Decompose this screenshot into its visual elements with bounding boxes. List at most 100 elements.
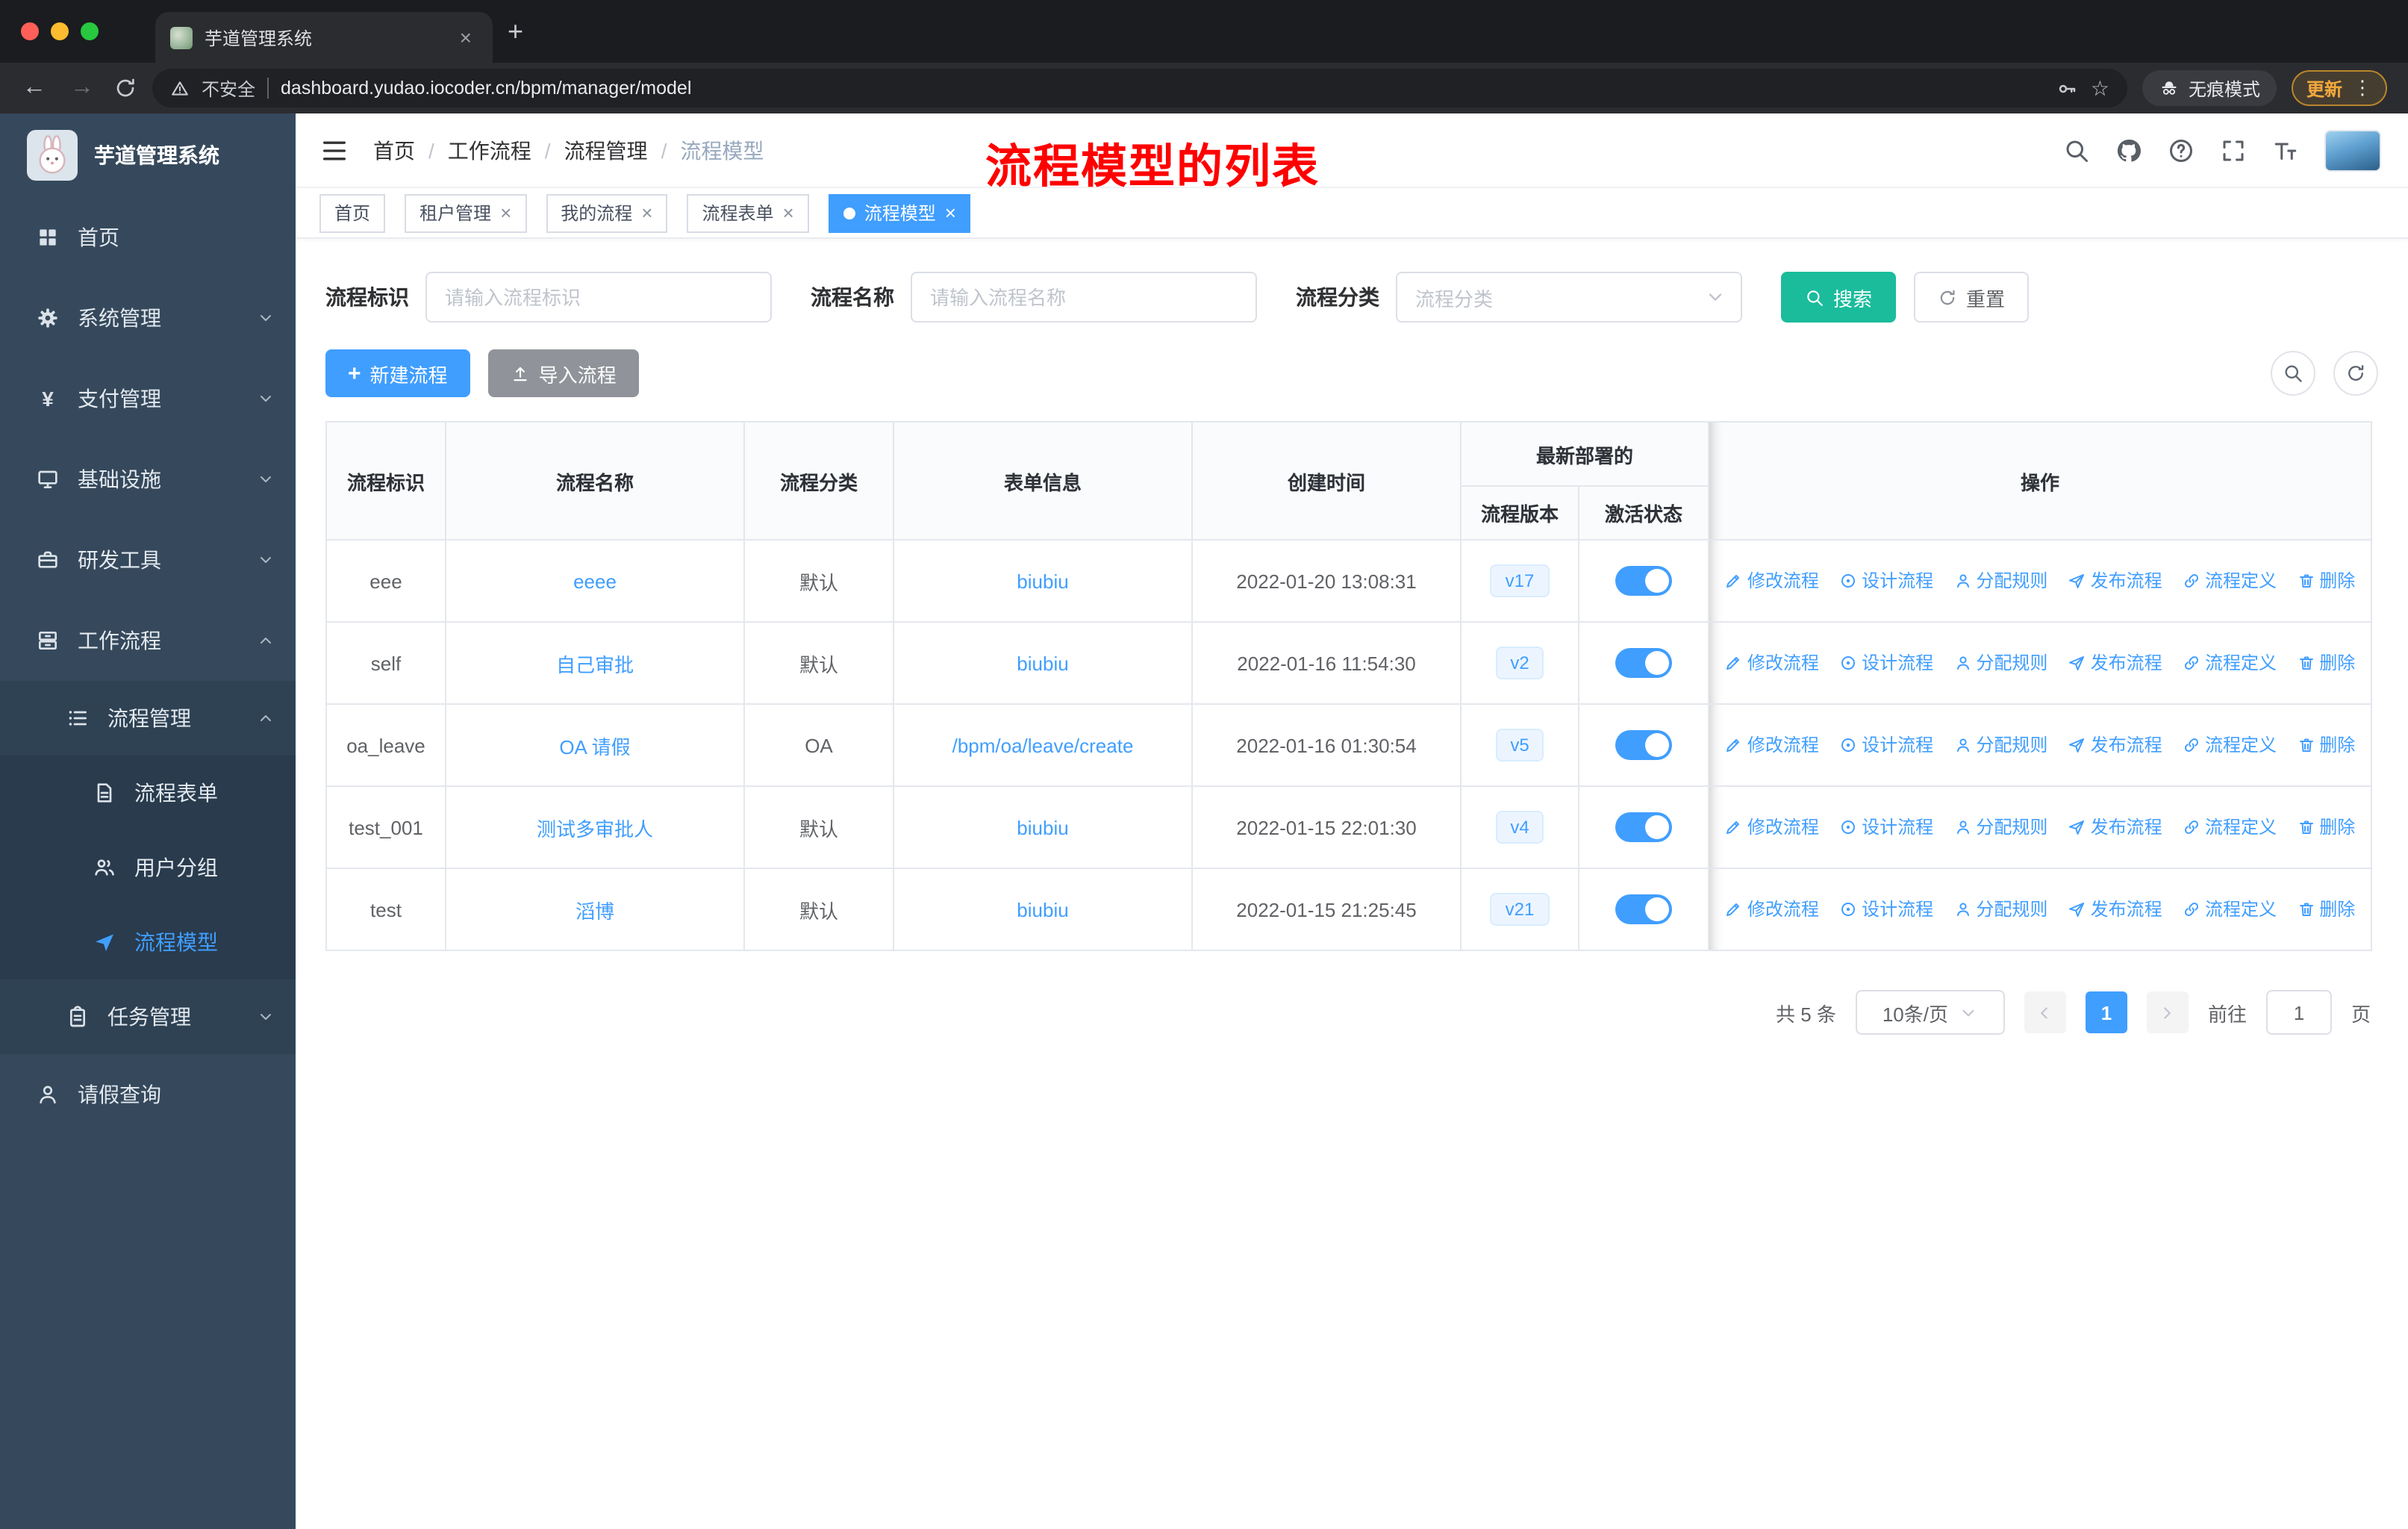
forward-button[interactable]: → — [66, 75, 99, 102]
url-text[interactable]: dashboard.yudao.iocoder.cn/bpm/manager/m… — [281, 78, 2044, 99]
new-tab-button[interactable]: + — [508, 0, 523, 63]
process-definition-link[interactable]: 流程定义 — [2183, 568, 2277, 594]
design-process-link[interactable]: 设计流程 — [1839, 650, 1933, 676]
process-name-link[interactable]: 测试多审批人 — [537, 818, 653, 840]
form-info-link[interactable]: biubiu — [1017, 816, 1068, 838]
tag-home[interactable]: 首页 — [319, 193, 386, 232]
version-badge[interactable]: v5 — [1495, 728, 1544, 762]
user-avatar[interactable] — [2324, 129, 2381, 171]
sidebar-item-infrastructure[interactable]: 基础设施 — [0, 439, 296, 520]
active-status-toggle[interactable] — [1615, 648, 1672, 678]
form-info-link[interactable]: biubiu — [1017, 652, 1068, 674]
design-process-link[interactable]: 设计流程 — [1839, 568, 1933, 594]
github-icon[interactable] — [2115, 137, 2142, 164]
edit-process-link[interactable]: 修改流程 — [1725, 815, 1819, 840]
address-bar[interactable]: 不安全 dashboard.yudao.iocoder.cn/bpm/manag… — [152, 69, 2127, 108]
create-process-button[interactable]: + 新建流程 — [325, 349, 470, 397]
process-definition-link[interactable]: 流程定义 — [2183, 815, 2277, 840]
process-name-input[interactable] — [911, 272, 1257, 323]
process-name-link[interactable]: 滔博 — [576, 900, 614, 922]
sidebar-item-home[interactable]: 首页 — [0, 197, 296, 278]
publish-process-link[interactable]: 发布流程 — [2068, 568, 2162, 594]
goto-page-input[interactable] — [2265, 990, 2332, 1035]
breadcrumb-item[interactable]: 工作流程 — [448, 135, 531, 165]
publish-process-link[interactable]: 发布流程 — [2068, 732, 2162, 758]
reset-button[interactable]: 重置 — [1914, 272, 2030, 323]
sidebar-item-workflow[interactable]: 工作流程 — [0, 600, 296, 681]
browser-tab[interactable]: 芋道管理系统 × — [155, 12, 493, 63]
delete-link[interactable]: 删除 — [2297, 650, 2355, 676]
font-size-icon[interactable] — [2272, 137, 2299, 164]
process-name-link[interactable]: 自己审批 — [556, 653, 634, 676]
design-process-link[interactable]: 设计流程 — [1839, 815, 1933, 840]
close-icon[interactable]: × — [500, 203, 511, 222]
prev-page-button[interactable] — [2024, 991, 2066, 1033]
close-icon[interactable]: × — [783, 203, 794, 222]
tab-close-icon[interactable]: × — [454, 24, 478, 51]
sidebar-item-process-model[interactable]: 流程模型 — [0, 905, 296, 980]
close-window-button[interactable] — [21, 22, 39, 40]
search-icon[interactable] — [2063, 137, 2090, 164]
minimize-window-button[interactable] — [51, 22, 69, 40]
sidebar-item-process-management[interactable]: 流程管理 — [0, 681, 296, 756]
next-page-button[interactable] — [2146, 991, 2189, 1033]
form-info-link[interactable]: biubiu — [1017, 570, 1068, 592]
version-badge[interactable]: v2 — [1495, 646, 1544, 680]
assign-rule-link[interactable]: 分配规则 — [1953, 568, 2047, 594]
breadcrumb-item[interactable]: 首页 — [373, 135, 415, 165]
form-info-link[interactable]: /bpm/oa/leave/create — [952, 734, 1134, 756]
process-name-link[interactable]: OA 请假 — [559, 735, 630, 758]
version-badge[interactable]: v4 — [1495, 810, 1544, 844]
breadcrumb-item[interactable]: 流程管理 — [564, 135, 648, 165]
page-number-current[interactable]: 1 — [2085, 991, 2127, 1033]
design-process-link[interactable]: 设计流程 — [1839, 897, 1933, 922]
back-button[interactable]: ← — [18, 75, 51, 102]
assign-rule-link[interactable]: 分配规则 — [1953, 897, 2047, 922]
sidebar-item-task-management[interactable]: 任务管理 — [0, 980, 296, 1054]
browser-update-button[interactable]: 更新 ⋮ — [2291, 70, 2387, 106]
fullscreen-icon[interactable] — [2220, 137, 2247, 164]
design-process-link[interactable]: 设计流程 — [1839, 732, 1933, 758]
process-definition-link[interactable]: 流程定义 — [2183, 650, 2277, 676]
password-key-icon[interactable] — [2056, 77, 2079, 99]
delete-link[interactable]: 删除 — [2297, 568, 2355, 594]
tag-process-form[interactable]: 流程表单 × — [687, 193, 809, 232]
active-status-toggle[interactable] — [1615, 566, 1672, 596]
tag-my-process[interactable]: 我的流程 × — [546, 193, 668, 232]
page-size-select[interactable]: 10条/页 — [1855, 990, 2005, 1035]
sidebar-item-process-form[interactable]: 流程表单 — [0, 756, 296, 830]
security-label[interactable]: 不安全 — [202, 75, 255, 101]
zoom-window-button[interactable] — [81, 22, 99, 40]
edit-process-link[interactable]: 修改流程 — [1725, 732, 1819, 758]
version-badge[interactable]: v21 — [1490, 892, 1550, 927]
sidebar-item-devtools[interactable]: 研发工具 — [0, 520, 296, 600]
more-menu-icon[interactable]: ⋮ — [2353, 76, 2372, 100]
sidebar-item-payment[interactable]: ¥ 支付管理 — [0, 358, 296, 439]
publish-process-link[interactable]: 发布流程 — [2068, 815, 2162, 840]
close-icon[interactable]: × — [641, 203, 652, 222]
bookmark-star-icon[interactable]: ☆ — [2091, 75, 2109, 101]
tag-tenant-management[interactable]: 租户管理 × — [405, 193, 527, 232]
publish-process-link[interactable]: 发布流程 — [2068, 650, 2162, 676]
search-button[interactable]: 搜索 — [1781, 272, 1897, 323]
refresh-table-button[interactable] — [2333, 351, 2378, 396]
sidebar-item-leave-query[interactable]: 请假查询 — [0, 1054, 296, 1135]
sidebar-item-user-group[interactable]: 用户分组 — [0, 830, 296, 905]
tag-process-model[interactable]: 流程模型 × — [828, 193, 971, 232]
delete-link[interactable]: 删除 — [2297, 815, 2355, 840]
delete-link[interactable]: 删除 — [2297, 732, 2355, 758]
import-process-button[interactable]: 导入流程 — [487, 349, 639, 397]
edit-process-link[interactable]: 修改流程 — [1725, 568, 1819, 594]
version-badge[interactable]: v17 — [1490, 564, 1550, 598]
process-name-link[interactable]: eeee — [573, 570, 617, 592]
help-icon[interactable] — [2168, 137, 2195, 164]
active-status-toggle[interactable] — [1615, 894, 1672, 924]
edit-process-link[interactable]: 修改流程 — [1725, 897, 1819, 922]
close-icon[interactable]: × — [945, 203, 956, 222]
assign-rule-link[interactable]: 分配规则 — [1953, 650, 2047, 676]
publish-process-link[interactable]: 发布流程 — [2068, 897, 2162, 922]
assign-rule-link[interactable]: 分配规则 — [1953, 815, 2047, 840]
reload-button[interactable] — [113, 76, 137, 100]
assign-rule-link[interactable]: 分配规则 — [1953, 732, 2047, 758]
delete-link[interactable]: 删除 — [2297, 897, 2355, 922]
